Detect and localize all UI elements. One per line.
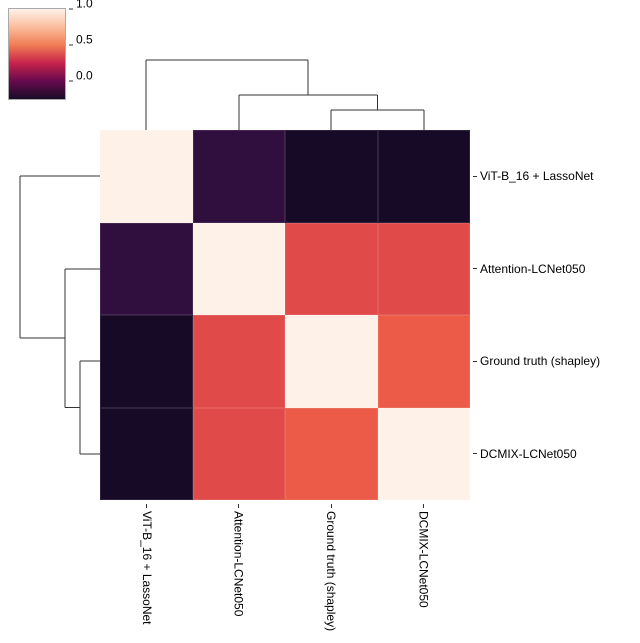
column-dendrogram <box>100 55 470 130</box>
colorbar-gradient <box>8 8 66 100</box>
colorbar: 1.0 0.5 0.0 <box>8 8 99 100</box>
heatmap-cell <box>378 408 471 501</box>
colorbar-tick: 0.0 <box>69 81 93 82</box>
heatmap-row <box>100 408 470 501</box>
heatmap-cell <box>193 408 286 501</box>
colorbar-tick-label: 0.5 <box>76 34 93 46</box>
heatmap-cell <box>378 223 471 316</box>
heatmap-cell <box>100 315 193 408</box>
row-dendrogram <box>10 130 100 500</box>
heatmap-row <box>100 130 470 223</box>
heatmap-cell <box>378 130 471 223</box>
colorbar-tick-label: 1.0 <box>76 0 93 10</box>
heatmap-cell <box>378 315 471 408</box>
heatmap-cell <box>285 408 378 501</box>
heatmap-cell <box>285 130 378 223</box>
colorbar-tick-label: 0.0 <box>76 70 93 82</box>
colorbar-tick: 0.5 <box>69 45 93 46</box>
heatmap-cell <box>193 223 286 316</box>
heatmap-cell <box>193 130 286 223</box>
heatmap-row <box>100 223 470 316</box>
colorbar-tick: 1.0 <box>69 9 93 10</box>
heatmap-cell <box>100 130 193 223</box>
heatmap-cell <box>100 408 193 501</box>
colorbar-ticks: 1.0 0.5 0.0 <box>69 9 99 99</box>
heatmap-cell <box>285 315 378 408</box>
heatmap-cell <box>100 223 193 316</box>
row-labels: ViT-B_16 + LassoNet Attention-LCNet050 G… <box>473 130 600 500</box>
heatmap-cell <box>193 315 286 408</box>
heatmap-row <box>100 315 470 408</box>
column-labels: ViT-B_16 + LassoNet Attention-LCNet050 G… <box>100 504 470 525</box>
heatmap <box>100 130 470 500</box>
heatmap-cell <box>285 223 378 316</box>
